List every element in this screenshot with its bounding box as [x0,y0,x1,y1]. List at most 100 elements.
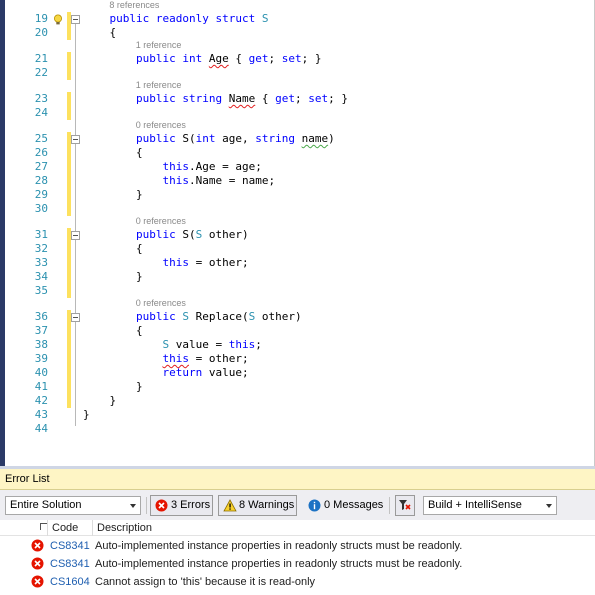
code-text[interactable]: } [83,380,143,394]
filter-document-icon [399,500,411,510]
references-codelens[interactable]: 0 references [136,120,186,131]
source-dropdown[interactable]: Build + IntelliSense [423,496,557,515]
code-token: public [135,132,176,145]
error-code-link[interactable]: CS8341 [50,557,90,571]
code-line[interactable]: 39 this = other; [0,352,595,366]
code-line[interactable]: 42 } [0,394,595,408]
column-header-code[interactable]: Code [52,521,78,535]
references-codelens[interactable]: 0 references [136,298,186,309]
collapse-icon[interactable] [71,231,80,240]
code-line[interactable]: 36 public S Replace(S other) [0,310,595,324]
code-text[interactable]: public int Age { get; set; } [83,52,322,66]
sort-icon[interactable] [40,523,47,530]
code-text[interactable]: } [83,408,90,422]
code-line[interactable]: 31 public S(S other) [0,228,595,242]
code-text[interactable]: { [83,26,116,40]
line-number: 36 [34,310,48,323]
code-token: string [182,92,223,105]
references-codelens[interactable]: 1 reference [136,40,182,51]
code-token: S [182,310,189,323]
collapse-icon[interactable] [71,313,80,322]
code-line[interactable]: 33 this = other; [0,256,595,270]
code-text[interactable]: { [83,146,143,160]
error-code-link[interactable]: CS8341 [50,539,90,553]
code-text[interactable]: this.Name = name; [83,174,275,188]
code-text[interactable]: } [83,188,143,202]
scope-dropdown-value: Entire Solution [10,499,82,511]
scope-dropdown[interactable]: Entire Solution [5,496,141,515]
code-line[interactable]: 34 } [0,270,595,284]
code-line[interactable]: 28 this.Name = name; [0,174,595,188]
code-text[interactable]: public S(int age, string name) [83,132,335,146]
code-line[interactable]: 40 return value; [0,366,595,380]
code-token: { [83,324,143,337]
code-line[interactable]: 44 [0,422,595,436]
line-number: 44 [34,422,48,435]
code-line[interactable]: 23 public string Name { get; set; } [0,92,595,106]
code-token: int [195,132,216,145]
code-line[interactable]: 27 this.Age = age; [0,160,595,174]
code-line[interactable]: 22 [0,66,595,80]
code-line[interactable]: 29 } [0,188,595,202]
errors-filter-button[interactable]: 3 Errors [150,495,213,516]
error-list-toolbar: Entire Solution 3 Errors 8 Warnings 0 Me… [0,490,595,520]
code-text[interactable]: this = other; [83,256,248,270]
error-row[interactable]: CS1604 Cannot assign to 'this' because it… [0,573,595,591]
code-text[interactable]: } [83,270,143,284]
column-header-description[interactable]: Description [97,521,152,535]
error-code-link[interactable]: CS1604 [50,575,90,589]
code-token: public [135,92,176,105]
filter-current-document-button[interactable] [395,495,415,516]
code-text[interactable]: this = other; [83,352,248,366]
warnings-filter-button[interactable]: 8 Warnings [218,495,297,516]
code-token: public [83,12,150,25]
line-number: 35 [34,284,48,297]
code-line[interactable]: 38 S value = this; [0,338,595,352]
code-text[interactable]: S value = this; [83,338,261,352]
code-line[interactable]: 32 { [0,242,595,256]
references-codelens[interactable]: 1 reference [136,80,182,91]
code-line[interactable]: 26 { [0,146,595,160]
change-marker [67,380,71,394]
references-codelens[interactable]: 8 references [109,0,159,11]
code-editor[interactable]: 8 references 19 public readonly struct S2… [0,0,595,466]
chevron-down-icon [130,504,136,508]
code-line[interactable]: 43} [0,408,595,422]
code-text[interactable]: public readonly struct S [83,12,268,26]
code-line[interactable]: 20 { [0,26,595,40]
code-text[interactable]: this.Age = age; [83,160,261,174]
messages-filter-button[interactable]: 0 Messages [303,495,385,516]
error-row[interactable]: CS8341 Auto-implemented instance properti… [0,555,595,573]
error-row[interactable]: CS8341 Auto-implemented instance properti… [0,537,595,555]
code-text[interactable]: public S(S other) [83,228,249,242]
code-token: { [228,52,249,65]
column-separator[interactable] [47,520,48,536]
error-list-header[interactable]: Error List [0,469,595,490]
code-text[interactable]: return value; [83,366,248,380]
code-text[interactable]: { [83,324,143,338]
change-marker [67,270,71,284]
code-line[interactable]: 41 } [0,380,595,394]
info-icon [308,499,321,512]
code-text[interactable]: public S Replace(S other) [83,310,302,324]
code-line[interactable]: 35 [0,284,595,298]
column-separator[interactable] [92,520,93,536]
code-token: { [83,26,117,39]
code-line[interactable]: 37 { [0,324,595,338]
code-line[interactable]: 30 [0,202,595,216]
references-codelens[interactable]: 0 references [136,216,186,227]
code-line[interactable]: 19 public readonly struct S [0,12,595,26]
code-line[interactable]: 21 public int Age { get; set; } [0,52,595,66]
code-text[interactable]: } [83,394,116,408]
collapse-icon[interactable] [71,15,80,24]
code-text[interactable]: { [83,242,143,256]
code-line[interactable]: 24 [0,106,595,120]
code-line[interactable]: 25 public S(int age, string name) [0,132,595,146]
code-text[interactable]: public string Name { get; set; } [83,92,348,106]
error-icon [31,575,44,588]
code-token: { [255,92,276,105]
collapse-icon[interactable] [71,135,80,144]
